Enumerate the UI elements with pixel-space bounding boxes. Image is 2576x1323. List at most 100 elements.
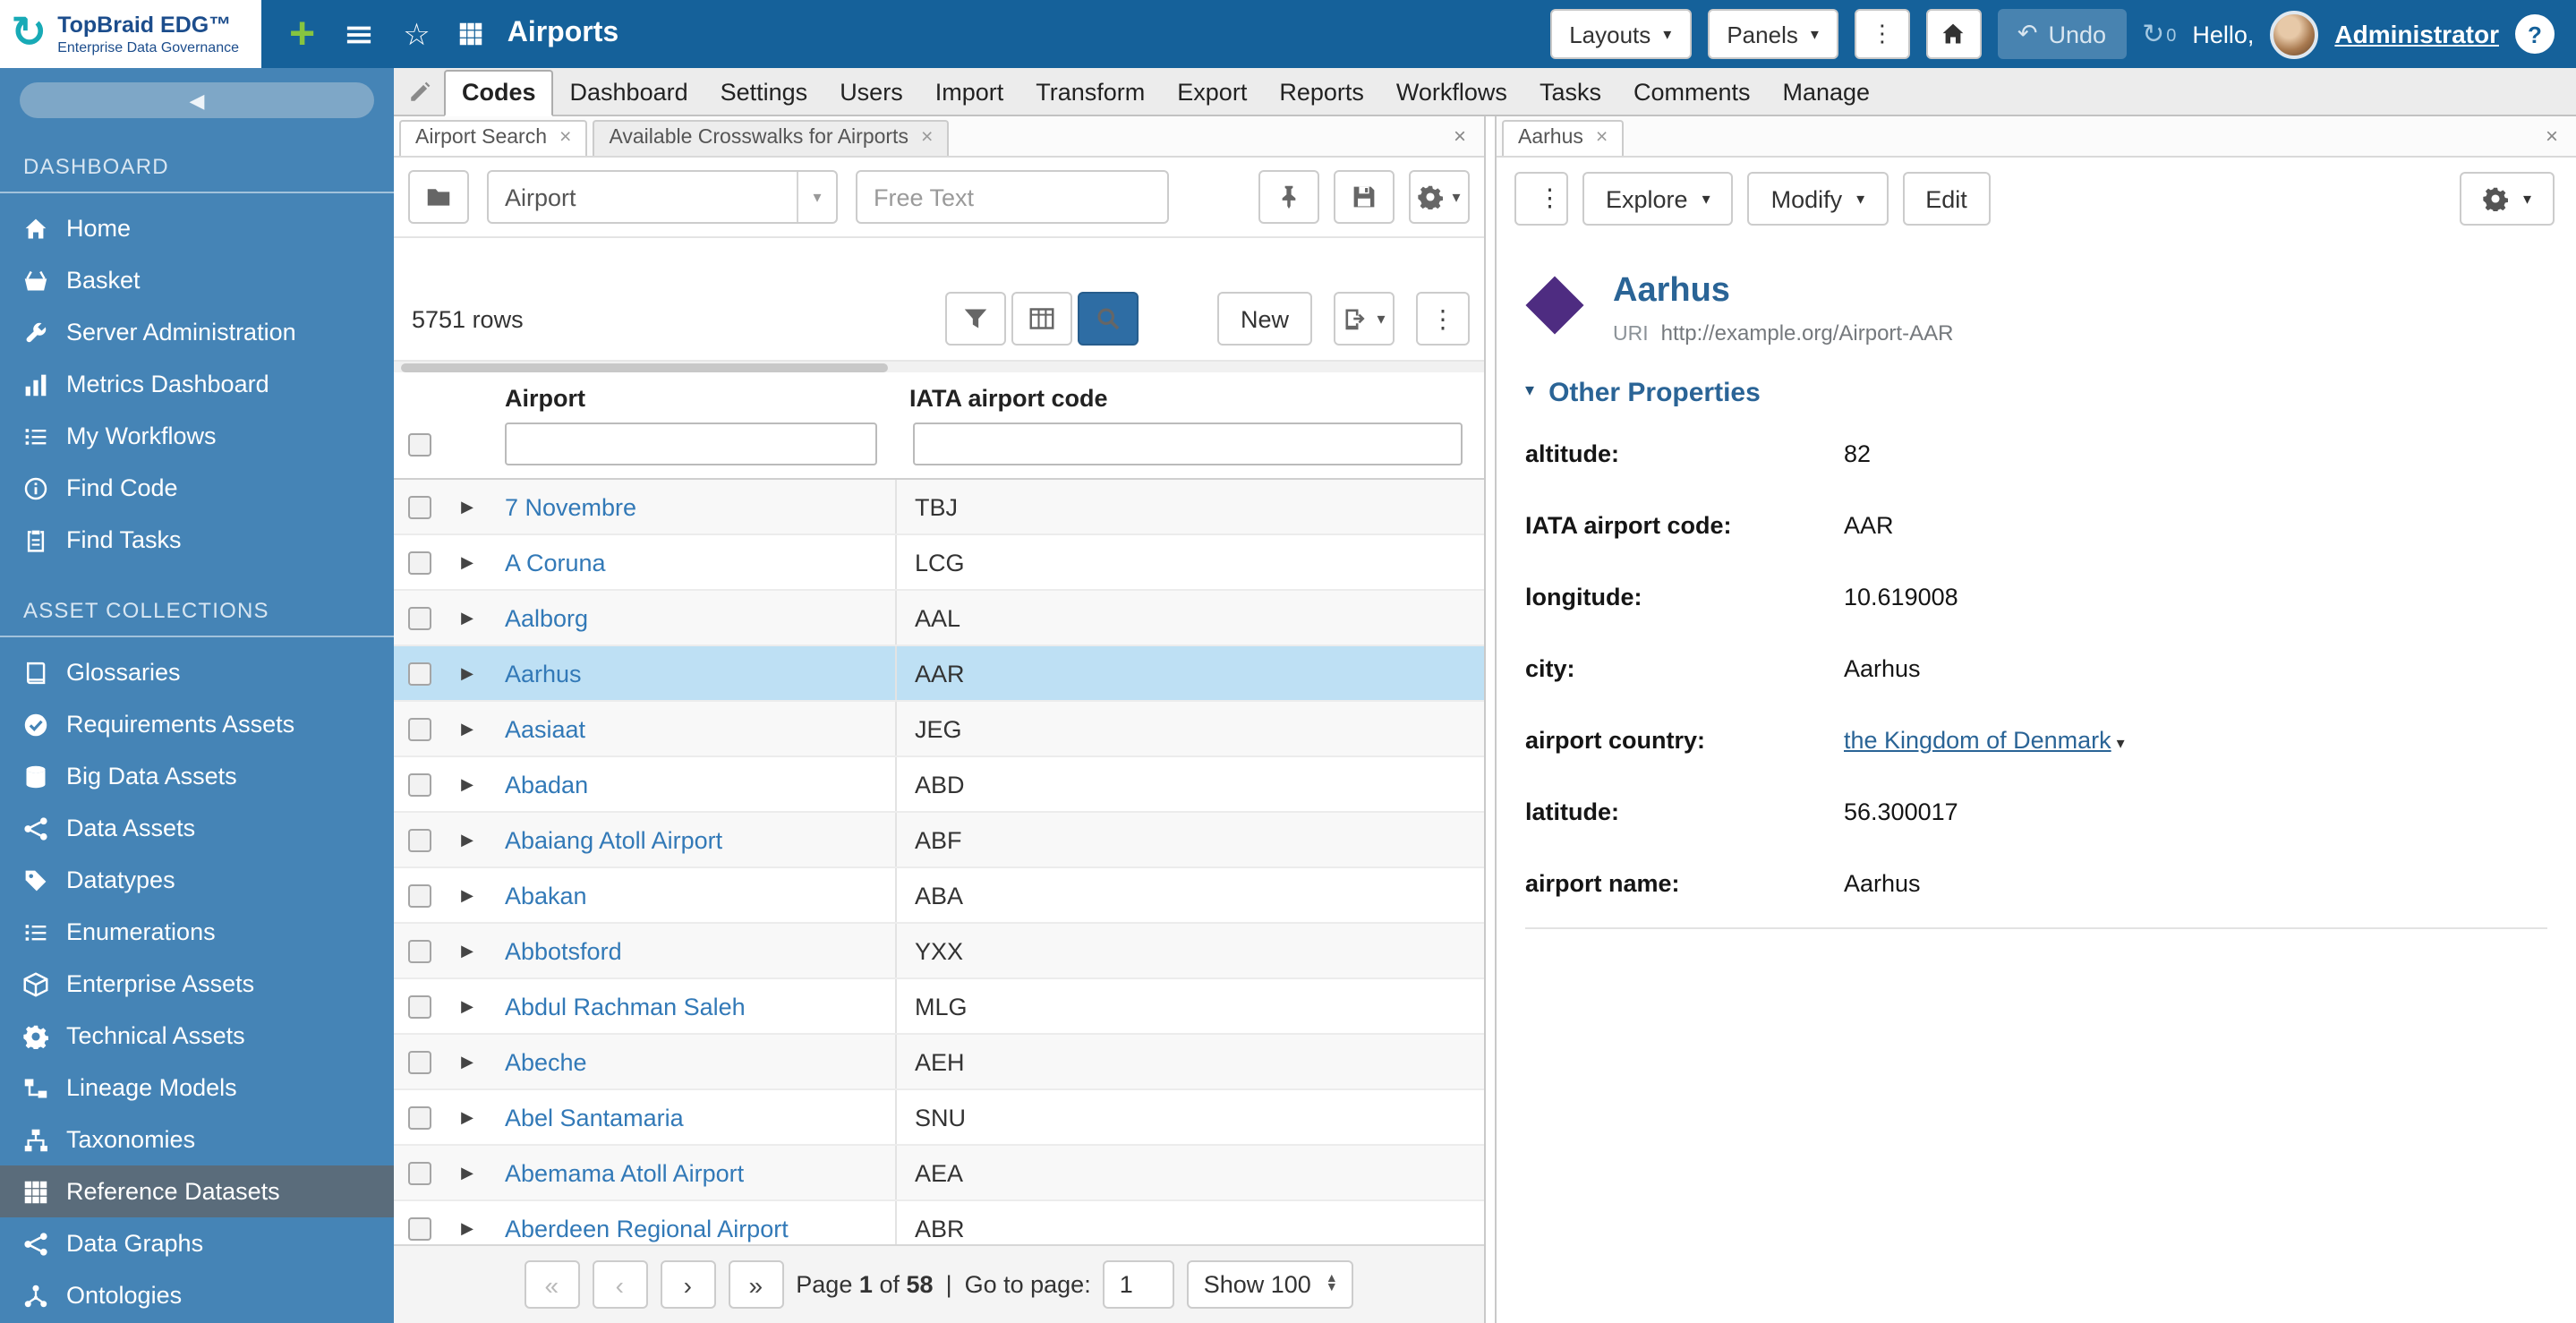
pencil-icon[interactable]	[408, 81, 431, 104]
tab-workflows[interactable]: Workflows	[1380, 72, 1523, 115]
hamburger-icon[interactable]	[344, 21, 374, 47]
row-checkbox[interactable]	[407, 495, 431, 518]
help-icon[interactable]: ?	[2515, 14, 2555, 54]
sidebar-item-find-tasks[interactable]: Find Tasks	[0, 514, 394, 566]
sidebar-item-server-administration[interactable]: Server Administration	[0, 306, 394, 358]
table-row[interactable]: ▶ Abdul Rachman Saleh MLG	[394, 979, 1484, 1035]
goto-page-input[interactable]	[1104, 1260, 1175, 1309]
avatar[interactable]	[2270, 10, 2318, 58]
row-checkbox[interactable]	[407, 772, 431, 796]
tab-tasks[interactable]: Tasks	[1523, 72, 1617, 115]
table-row[interactable]: ▶ Aberdeen Regional Airport ABR	[394, 1201, 1484, 1244]
search-settings-button[interactable]: ▾	[1409, 170, 1470, 224]
pin-button[interactable]	[1258, 170, 1319, 224]
panels-button[interactable]: Panels ▾	[1707, 9, 1838, 59]
expand-row-icon[interactable]: ▶	[444, 885, 490, 905]
table-row[interactable]: ▶ A Coruna LCG	[394, 535, 1484, 591]
search-type-combo[interactable]: ▾	[487, 170, 838, 224]
export-results-button[interactable]: ▾	[1334, 292, 1395, 346]
sidebar-item-enterprise-assets[interactable]: Enterprise Assets	[0, 958, 394, 1010]
airport-filter-input[interactable]	[505, 423, 877, 465]
search-button[interactable]	[1078, 292, 1139, 346]
expand-row-icon[interactable]: ▶	[444, 719, 490, 738]
expand-row-icon[interactable]: ▶	[444, 552, 490, 572]
results-more-button[interactable]: ⋮	[1416, 292, 1470, 346]
chevron-down-icon[interactable]: ▾	[2117, 735, 2125, 753]
expand-row-icon[interactable]: ▶	[444, 996, 490, 1016]
edit-button[interactable]: Edit	[1902, 172, 1991, 226]
star-icon[interactable]: ☆	[403, 19, 431, 49]
expand-row-icon[interactable]: ▶	[444, 497, 490, 516]
table-row[interactable]: ▶ Abadan ABD	[394, 757, 1484, 813]
airport-link[interactable]: Abdul Rachman Saleh	[490, 993, 895, 1020]
subtab-aarhus[interactable]: Aarhus ×	[1502, 120, 1624, 156]
table-row[interactable]: ▶ Aalborg AAL	[394, 591, 1484, 646]
tab-comments[interactable]: Comments	[1617, 72, 1767, 115]
airport-link[interactable]: Abadan	[490, 771, 895, 798]
tab-manage[interactable]: Manage	[1767, 72, 1887, 115]
column-header-iata[interactable]: IATA airport code	[895, 381, 1484, 419]
airport-link[interactable]: A Coruna	[490, 549, 895, 576]
sidebar-item-enumerations[interactable]: Enumerations	[0, 906, 394, 958]
table-row[interactable]: ▶ Abemama Atoll Airport AEA	[394, 1146, 1484, 1201]
row-checkbox[interactable]	[407, 828, 431, 851]
sidebar-item-lineage-models[interactable]: Lineage Models	[0, 1062, 394, 1114]
country-link[interactable]: the Kingdom of Denmark	[1844, 728, 2111, 755]
columns-button[interactable]	[1011, 292, 1072, 346]
modify-button[interactable]: Modify ▾	[1748, 172, 1889, 226]
layouts-button[interactable]: Layouts ▾	[1549, 9, 1691, 59]
chevron-down-icon[interactable]: ▾	[797, 172, 836, 222]
sidebar-item-find-code[interactable]: Find Code	[0, 462, 394, 514]
close-icon[interactable]: ×	[1596, 127, 1608, 149]
airport-link[interactable]: Aalborg	[490, 604, 895, 631]
sidebar-item-glossaries[interactable]: Glossaries	[0, 646, 394, 698]
row-checkbox[interactable]	[407, 606, 431, 629]
sidebar-item-data-graphs[interactable]: Data Graphs	[0, 1217, 394, 1269]
column-header-airport[interactable]: Airport	[490, 381, 895, 419]
airport-link[interactable]: Abel Santamaria	[490, 1104, 895, 1131]
airport-link[interactable]: Abbotsford	[490, 937, 895, 964]
airport-link[interactable]: Aarhus	[490, 660, 895, 687]
table-row[interactable]: ▶ Abel Santamaria SNU	[394, 1090, 1484, 1146]
sidebar-item-taxonomies[interactable]: Taxonomies	[0, 1114, 394, 1165]
row-checkbox[interactable]	[407, 551, 431, 574]
close-icon[interactable]: ×	[921, 127, 933, 149]
sidebar-item-technical-assets[interactable]: Technical Assets	[0, 1010, 394, 1062]
sidebar-item-datatypes[interactable]: Datatypes	[0, 854, 394, 906]
row-checkbox[interactable]	[407, 1161, 431, 1184]
close-pane-icon[interactable]: ×	[1441, 124, 1479, 156]
search-type-input[interactable]	[489, 172, 797, 222]
first-page-button[interactable]: «	[524, 1260, 579, 1309]
table-row[interactable]: ▶ Abaiang Atoll Airport ABF	[394, 813, 1484, 868]
airport-link[interactable]: 7 Novembre	[490, 493, 895, 520]
row-checkbox[interactable]	[407, 1105, 431, 1129]
expand-row-icon[interactable]: ▶	[444, 1052, 490, 1071]
sidebar-item-basket[interactable]: Basket	[0, 254, 394, 306]
tab-dashboard[interactable]: Dashboard	[554, 72, 704, 115]
airport-link[interactable]: Aasiaat	[490, 715, 895, 742]
tab-reports[interactable]: Reports	[1263, 72, 1380, 115]
subtab-airport-search[interactable]: Airport Search ×	[399, 120, 587, 156]
tab-export[interactable]: Export	[1161, 72, 1263, 115]
plus-icon[interactable]: +	[289, 16, 315, 52]
previous-page-button[interactable]: ‹	[592, 1260, 647, 1309]
tab-import[interactable]: Import	[919, 72, 1020, 115]
expand-row-icon[interactable]: ▶	[444, 1218, 490, 1238]
row-checkbox[interactable]	[407, 1216, 431, 1240]
save-search-button[interactable]	[1334, 170, 1395, 224]
open-saved-search-button[interactable]	[408, 170, 469, 224]
airport-link[interactable]: Abemama Atoll Airport	[490, 1159, 895, 1186]
sidebar-item-big-data-assets[interactable]: Big Data Assets	[0, 750, 394, 802]
user-menu-link[interactable]: Administrator	[2334, 20, 2499, 48]
airport-link[interactable]: Abeche	[490, 1048, 895, 1075]
filter-button[interactable]	[945, 292, 1006, 346]
sidebar-item-ontologies[interactable]: Ontologies	[0, 1269, 394, 1321]
sidebar-item-data-assets[interactable]: Data Assets	[0, 802, 394, 854]
expand-row-icon[interactable]: ▶	[444, 830, 490, 849]
tab-transform[interactable]: Transform	[1019, 72, 1161, 115]
horizontal-scrollbar[interactable]	[394, 360, 1484, 372]
table-row[interactable]: ▶ Abbotsford YXX	[394, 924, 1484, 979]
row-checkbox[interactable]	[407, 939, 431, 962]
row-checkbox[interactable]	[407, 883, 431, 907]
page-size-select[interactable]: Show 100 ▲ ▼	[1188, 1260, 1354, 1309]
